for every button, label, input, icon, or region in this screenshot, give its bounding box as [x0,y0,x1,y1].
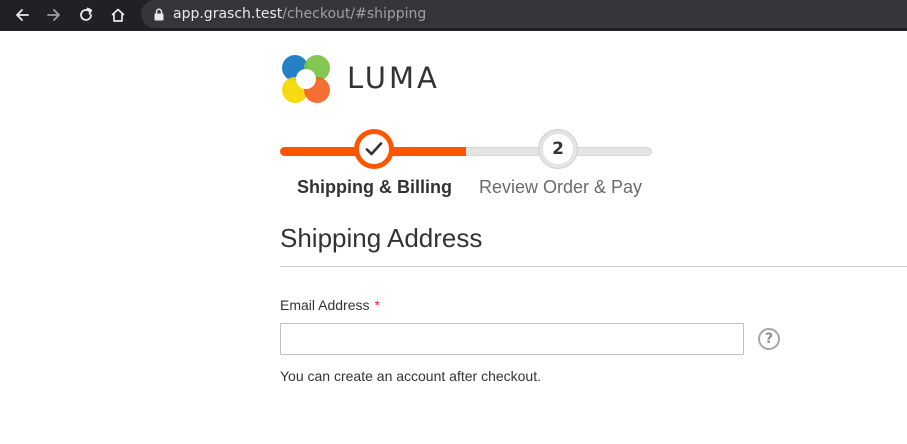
step-shipping-indicator [354,129,394,169]
home-icon [111,8,125,22]
email-field[interactable] [280,323,744,355]
step-review-indicator: 2 [538,129,578,169]
url-text: app.grasch.test/checkout/#shipping [173,5,426,23]
required-marker: * [374,297,380,313]
url-host: app.grasch.test [173,6,283,22]
lock-icon [154,8,164,21]
home-button[interactable] [106,3,130,27]
browser-toolbar: app.grasch.test/checkout/#shipping [0,0,907,31]
step-review-label[interactable]: Review Order & Pay [479,176,642,198]
back-button[interactable] [10,3,34,27]
checkmark-icon [365,142,383,156]
reload-button[interactable] [74,3,98,27]
reload-icon [80,7,93,21]
email-label: Email Address * [280,296,380,314]
url-path: /checkout/#shipping [282,6,427,22]
luma-logo-icon[interactable] [280,53,332,105]
section-title: Shipping Address [280,223,483,253]
section-divider [280,266,907,267]
email-label-text: Email Address [280,297,370,313]
step-shipping-label: Shipping & Billing [297,177,452,197]
logo-wordmark[interactable]: LUMA [347,60,440,96]
email-note: You can create an account after checkout… [280,368,541,384]
help-icon[interactable]: ? [758,328,780,350]
back-arrow-icon [16,9,29,21]
forward-button[interactable] [42,3,66,27]
forward-arrow-icon [47,9,60,21]
address-bar[interactable]: app.grasch.test/checkout/#shipping [141,0,907,28]
step-number: 2 [543,134,573,164]
